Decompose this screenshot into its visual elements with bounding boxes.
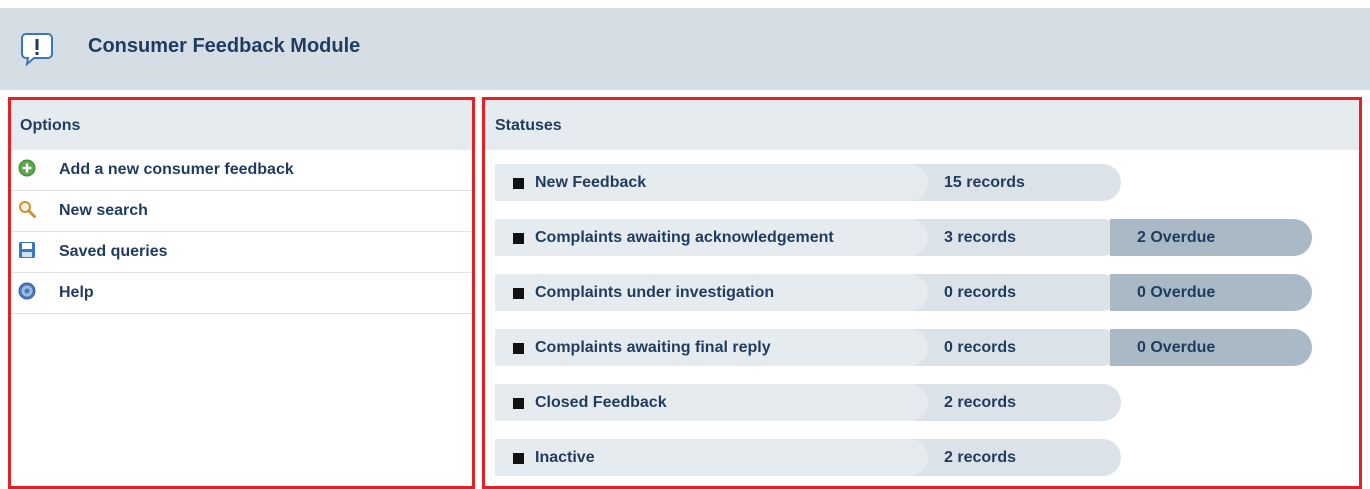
status-link[interactable]: Closed Feedback: [495, 384, 928, 421]
page-title: Consumer Feedback Module: [88, 35, 361, 57]
overdue-count: 0 Overdue: [1137, 284, 1216, 301]
overdue-count: 0 Overdue: [1137, 339, 1216, 356]
overdue-count: 2 Overdue: [1137, 229, 1216, 246]
status-row-new-feedback: New Feedback 15 records: [495, 164, 1359, 201]
status-link[interactable]: Complaints awaiting acknowledgement: [495, 219, 928, 256]
status-link[interactable]: New Feedback: [495, 164, 928, 201]
overdue-badge[interactable]: 2 Overdue: [1110, 219, 1312, 256]
record-count[interactable]: 3 records: [944, 229, 1016, 247]
option-label: Saved queries: [59, 243, 168, 260]
status-list: New Feedback 15 records Complaints await…: [485, 150, 1359, 476]
status-link[interactable]: Inactive: [495, 439, 928, 476]
options-header: Options: [11, 100, 472, 150]
status-name: Complaints under investigation: [535, 284, 775, 301]
module-header: Consumer Feedback Module: [0, 0, 1370, 90]
save-icon: [19, 242, 35, 258]
statuses-header: Statuses: [485, 100, 1359, 150]
status-link[interactable]: Complaints awaiting final reply: [495, 329, 928, 366]
status-name: New Feedback: [535, 174, 647, 191]
record-count[interactable]: 0 records: [944, 339, 1016, 357]
help-option[interactable]: Help: [11, 273, 472, 314]
status-name: Inactive: [535, 449, 595, 466]
status-row-awaiting-final-reply: Complaints awaiting final reply 0 record…: [495, 329, 1359, 366]
saved-queries-option[interactable]: Saved queries: [11, 232, 472, 273]
overdue-badge[interactable]: 0 Overdue: [1110, 274, 1312, 311]
status-row-awaiting-acknowledgement: Complaints awaiting acknowledgement 3 re…: [495, 219, 1359, 256]
overdue-badge[interactable]: 0 Overdue: [1110, 329, 1312, 366]
new-search-option[interactable]: New search: [11, 191, 472, 232]
speech-bubble-exclamation-icon: [21, 33, 53, 66]
bullet-square-icon: [513, 398, 524, 409]
status-name: Complaints awaiting acknowledgement: [535, 229, 834, 246]
bullet-square-icon: [513, 288, 524, 299]
status-row-under-investigation: Complaints under investigation 0 records…: [495, 274, 1359, 311]
bullet-square-icon: [513, 233, 524, 244]
help-icon: [18, 282, 36, 300]
bullet-square-icon: [513, 178, 524, 189]
record-count[interactable]: 0 records: [944, 284, 1016, 302]
record-count[interactable]: 2 records: [944, 394, 1016, 412]
bullet-square-icon: [513, 453, 524, 464]
option-label: Help: [59, 284, 94, 301]
status-row-inactive: Inactive 2 records: [495, 439, 1359, 476]
status-row-closed-feedback: Closed Feedback 2 records: [495, 384, 1359, 421]
status-name: Complaints awaiting final reply: [535, 339, 771, 356]
record-count[interactable]: 2 records: [944, 449, 1016, 467]
options-panel: Options Add a new consumer feedback New …: [8, 97, 475, 489]
search-icon: [19, 201, 36, 218]
add-feedback-option[interactable]: Add a new consumer feedback: [11, 150, 472, 191]
statuses-panel: Statuses New Feedback 15 records Complai…: [482, 97, 1362, 489]
bullet-square-icon: [513, 343, 524, 354]
record-count[interactable]: 15 records: [944, 174, 1025, 192]
status-name: Closed Feedback: [535, 394, 667, 411]
status-link[interactable]: Complaints under investigation: [495, 274, 928, 311]
option-label: New search: [59, 202, 148, 219]
option-label: Add a new consumer feedback: [59, 161, 294, 178]
add-icon: [18, 159, 36, 177]
